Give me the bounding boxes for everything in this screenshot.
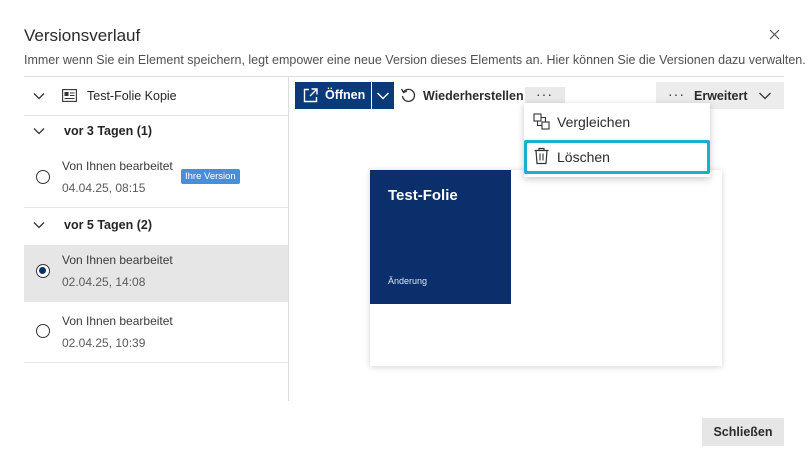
version-author: Von Ihnen bearbeitet <box>62 314 173 328</box>
panel-divider <box>288 77 289 401</box>
presentation-icon <box>62 89 77 102</box>
version-date: 02.04.25, 14:08 <box>62 275 146 289</box>
version-radio[interactable] <box>36 324 50 338</box>
more-icon: ··· <box>668 86 685 102</box>
version-date: 04.04.25, 08:15 <box>62 181 146 195</box>
version-item[interactable]: Von Ihnen bearbeitet 02.04.25, 10:39 <box>24 303 288 361</box>
version-list: Test-Folie Kopie vor 3 Tagen (1) Von Ihn… <box>24 77 288 401</box>
group-header[interactable]: vor 3 Tagen (1) <box>24 116 288 146</box>
version-author: Von Ihnen bearbeitet <box>62 159 173 173</box>
advanced-button-label: Erweitert <box>694 89 748 103</box>
version-item-selected[interactable]: Von Ihnen bearbeitet 02.04.25, 14:08 <box>24 245 288 302</box>
menu-item-delete[interactable]: Löschen <box>524 140 710 174</box>
chevron-down-icon <box>377 92 389 100</box>
open-button-label: Öffnen <box>325 88 366 102</box>
open-options-button[interactable] <box>372 82 394 109</box>
open-external-icon <box>303 88 318 103</box>
version-radio[interactable] <box>36 264 50 278</box>
close-icon <box>769 29 780 40</box>
menu-item-label: Vergleichen <box>557 114 631 130</box>
chevron-down-icon <box>759 92 771 100</box>
document-name: Test-Folie Kopie <box>87 89 177 103</box>
slide-subtitle: Änderung <box>388 276 428 286</box>
menu-item-label: Löschen <box>557 149 610 165</box>
version-radio[interactable] <box>36 170 50 184</box>
current-version-badge: Ihre Version <box>181 169 240 184</box>
more-options-menu: Vergleichen Löschen <box>524 103 710 177</box>
trash-icon <box>534 147 549 165</box>
compare-icon <box>533 113 550 130</box>
restore-button-label: Wiederherstellen <box>423 89 524 103</box>
version-author: Von Ihnen bearbeitet <box>62 253 173 267</box>
dialog-title: Versionsverlauf <box>24 26 141 45</box>
chevron-down-icon[interactable] <box>33 90 45 102</box>
slide-title: Test-Folie <box>388 187 458 204</box>
group-label: vor 3 Tagen (1) <box>64 124 152 138</box>
more-icon: ··· <box>536 86 553 102</box>
slide-thumbnail: Test-Folie Änderung <box>370 170 511 304</box>
restore-icon <box>400 88 416 102</box>
document-row[interactable]: Test-Folie Kopie <box>24 77 288 115</box>
chevron-down-icon[interactable] <box>33 125 45 137</box>
close-button[interactable]: Schließen <box>702 418 784 446</box>
menu-item-compare[interactable]: Vergleichen <box>524 105 710 139</box>
group-header[interactable]: vor 5 Tagen (2) <box>24 208 288 244</box>
version-date: 02.04.25, 10:39 <box>62 336 146 350</box>
chevron-down-icon[interactable] <box>33 219 45 231</box>
version-item[interactable]: Von Ihnen bearbeitet 04.04.25, 08:15 Ihr… <box>24 147 288 207</box>
dialog-description: Immer wenn Sie ein Element speichern, le… <box>24 53 806 67</box>
divider <box>24 362 288 363</box>
open-button[interactable]: Öffnen <box>295 82 371 109</box>
group-label: vor 5 Tagen (2) <box>64 218 152 232</box>
close-dialog-button[interactable] <box>764 24 784 44</box>
